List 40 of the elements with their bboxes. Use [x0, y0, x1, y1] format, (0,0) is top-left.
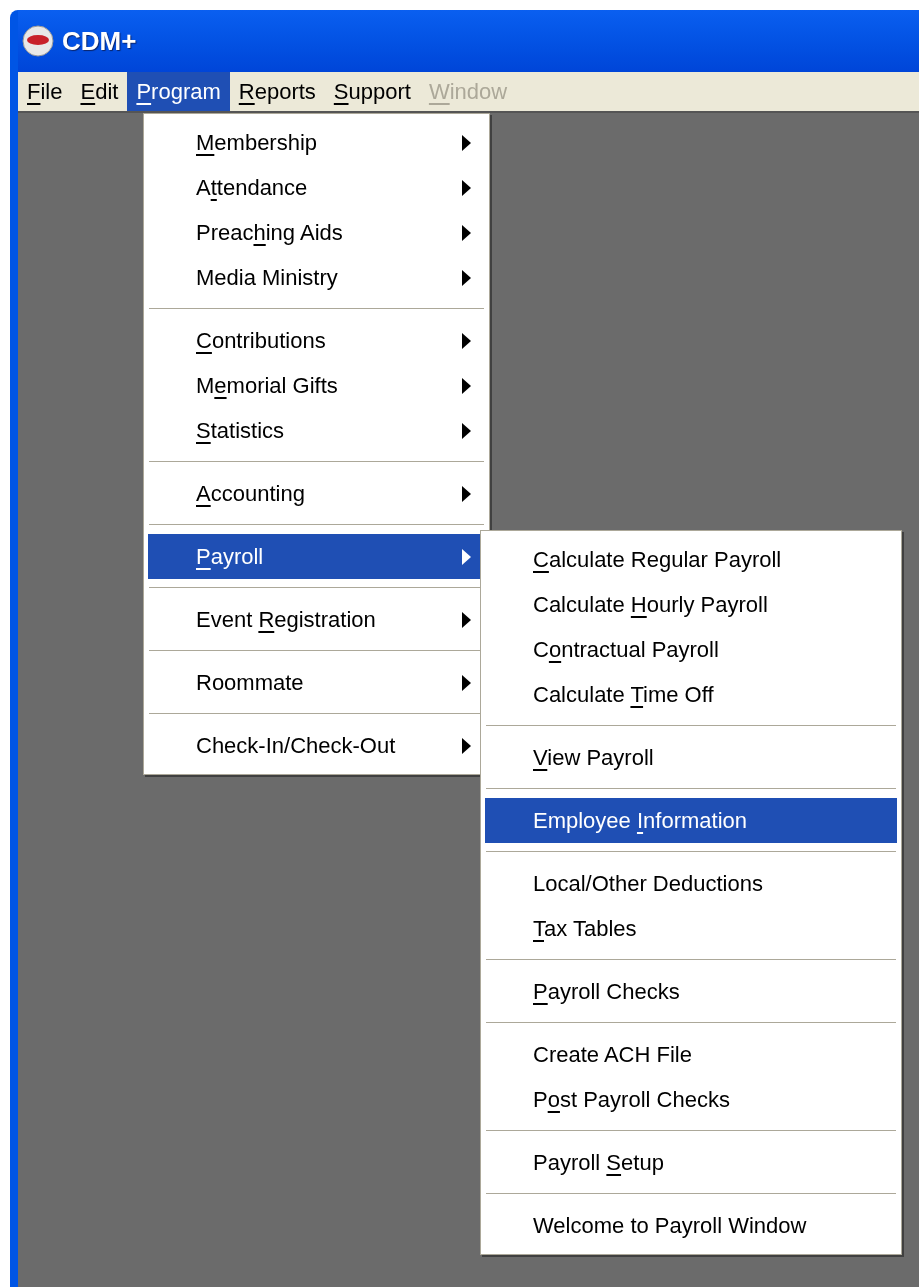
submenu-arrow-icon	[462, 611, 471, 628]
menu-item[interactable]: Statistics	[148, 408, 485, 453]
menu-bar-item[interactable]: Reports	[229, 72, 325, 111]
menu-bar-item[interactable]: Edit	[71, 72, 128, 111]
submenu-arrow-icon	[462, 332, 471, 349]
menu-item[interactable]: Calculate Hourly Payroll	[485, 582, 897, 627]
menu-item[interactable]: Attendance	[148, 165, 485, 210]
menu-item[interactable]: Payroll Setup	[485, 1140, 897, 1185]
menu-item[interactable]: Preaching Aids	[148, 210, 485, 255]
submenu-arrow-icon	[462, 377, 471, 394]
menu-item[interactable]: Media Ministry	[148, 255, 485, 300]
menu-item[interactable]: Accounting	[148, 471, 485, 516]
menu-item[interactable]: Contractual Payroll	[485, 627, 897, 672]
submenu-arrow-icon	[462, 737, 471, 754]
menu-item[interactable]: Create ACH File	[485, 1032, 897, 1077]
app-logo-icon	[22, 25, 54, 57]
menu-item[interactable]: Local/Other Deductions	[485, 861, 897, 906]
menu-item[interactable]: Employee Information	[485, 798, 897, 843]
menu-item[interactable]: Contributions	[148, 318, 485, 363]
menu-item[interactable]: Payroll Checks	[485, 969, 897, 1014]
submenu-arrow-icon	[462, 548, 471, 565]
submenu-arrow-icon	[462, 269, 471, 286]
menu-item[interactable]: Calculate Time Off	[485, 672, 897, 717]
menu-bar-item[interactable]: Program	[127, 72, 230, 111]
menu-bar-item[interactable]: Support	[324, 72, 420, 111]
submenu-arrow-icon	[462, 179, 471, 196]
window-title: CDM+	[62, 24, 137, 58]
submenu-arrow-icon	[462, 134, 471, 151]
menu-item[interactable]: Membership	[148, 120, 485, 165]
menu-item[interactable]: Post Payroll Checks	[485, 1077, 897, 1122]
submenu-arrow-icon	[462, 674, 471, 691]
submenu-arrow-icon	[462, 485, 471, 502]
menu-item[interactable]: Welcome to Payroll Window	[485, 1203, 897, 1248]
menu-item[interactable]: Calculate Regular Payroll	[485, 537, 897, 582]
menu-bar-item[interactable]: File	[18, 72, 72, 111]
menu-item[interactable]: Tax Tables	[485, 906, 897, 951]
menu-item[interactable]: Memorial Gifts	[148, 363, 485, 408]
submenu-arrow-icon	[462, 224, 471, 241]
menu-item[interactable]: View Payroll	[485, 735, 897, 780]
submenu-arrow-icon	[462, 422, 471, 439]
